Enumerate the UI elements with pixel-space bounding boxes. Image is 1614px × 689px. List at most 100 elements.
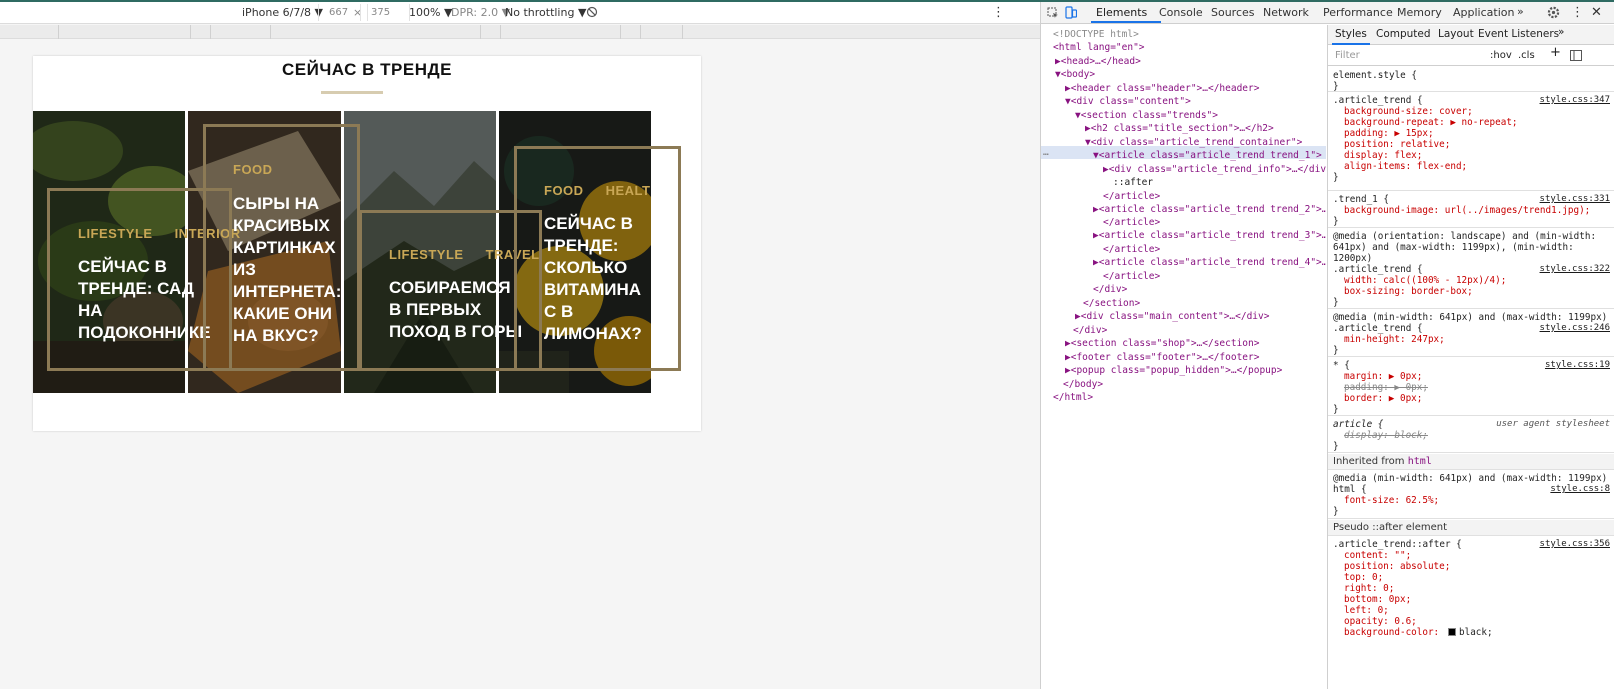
dom-line[interactable]: </body> bbox=[1063, 378, 1103, 392]
rule-source-link[interactable]: style.css:246 bbox=[1540, 323, 1610, 334]
dom-line[interactable]: ▶<footer class="footer">…</footer> bbox=[1065, 351, 1259, 365]
tab-memory[interactable]: Memory bbox=[1397, 6, 1442, 19]
dom-line[interactable]: ▼<section class="trends"> bbox=[1075, 109, 1218, 123]
device-toolbar: iPhone 6/7/8 ▼ 667 × 375 100% ▼ DPR: 2.0… bbox=[0, 2, 1040, 24]
card-1-title[interactable]: СЕЙЧАС В ТРЕНДЕ: САД НА ПОДОКОННИКЕ bbox=[78, 256, 211, 344]
tag-travel[interactable]: TRAVEL bbox=[486, 247, 540, 262]
new-rule-plus-icon[interactable]: + bbox=[1550, 46, 1561, 59]
device-select[interactable]: iPhone 6/7/8 ▼ bbox=[242, 6, 323, 19]
kebab-menu-icon[interactable]: ⋮ bbox=[1571, 5, 1584, 20]
rule-universal: style.css:19 * { margin: ▶ 0px; padding:… bbox=[1328, 358, 1614, 416]
inherited-tag-link[interactable]: html bbox=[1408, 456, 1432, 467]
dom-line[interactable]: </article> bbox=[1103, 216, 1160, 230]
dom-line[interactable]: ::after bbox=[1113, 176, 1153, 190]
rule-source-link[interactable]: style.css:331 bbox=[1540, 194, 1610, 205]
dom-line[interactable]: </article> bbox=[1103, 270, 1160, 284]
dom-line[interactable]: ▶<section class="shop">…</section> bbox=[1065, 337, 1259, 351]
dom-line[interactable]: ▶<article class="article_trend trend_2">… bbox=[1093, 203, 1326, 217]
device-toggle-icon[interactable] bbox=[1065, 6, 1078, 22]
tab-overflow-icon[interactable]: » bbox=[1517, 5, 1524, 18]
hov-toggle[interactable]: :hov bbox=[1490, 50, 1512, 61]
rotate-icon[interactable] bbox=[586, 6, 598, 21]
dom-line[interactable]: </section> bbox=[1083, 297, 1140, 311]
tab-performance[interactable]: Performance bbox=[1323, 6, 1393, 19]
card-4-tags: FOOD HEALTH bbox=[544, 183, 651, 198]
trend-card-1[interactable] bbox=[33, 111, 185, 393]
inspect-element-icon[interactable] bbox=[1047, 7, 1059, 22]
rule-source-link[interactable]: style.css:19 bbox=[1545, 360, 1610, 371]
dom-line[interactable]: ▼<div class="article_trend_container"> bbox=[1085, 136, 1302, 150]
rule-source-label: user agent stylesheet bbox=[1496, 419, 1610, 429]
throttling-select[interactable]: No throttling ▼ bbox=[505, 6, 586, 19]
emulated-page: СЕЙЧАС В ТРЕНДЕ LIFESTYLE INTERIOR СЕЙЧА… bbox=[33, 56, 701, 431]
card-4-title[interactable]: СЕЙЧАС В ТРЕНДЕ: СКОЛЬКО ВИТАМИНА С В ЛИМОНАХ… bbox=[544, 213, 642, 345]
rule-source-link[interactable]: style.css:322 bbox=[1540, 264, 1610, 275]
gear-icon[interactable] bbox=[1547, 6, 1560, 22]
device-viewport-area: iPhone 6/7/8 ▼ 667 × 375 100% ▼ DPR: 2.0… bbox=[0, 2, 1040, 689]
dpr-select[interactable]: DPR: 2.0 ▼ bbox=[451, 6, 510, 19]
card-3-title[interactable]: СОБИРАЕМСЯ В ПЕРВЫХ ПОХОД В ГОРЫ bbox=[389, 277, 522, 343]
card-2-tags: FOOD bbox=[233, 162, 295, 177]
rule-media-min-height: @media (min-width: 641px) and (max-width… bbox=[1328, 310, 1614, 357]
cls-toggle[interactable]: .cls bbox=[1518, 50, 1535, 61]
zoom-select[interactable]: 100% ▼ bbox=[409, 6, 452, 19]
dom-line[interactable]: ▶<article class="article_trend trend_4">… bbox=[1093, 256, 1326, 270]
tab-computed[interactable]: Computed bbox=[1376, 29, 1431, 40]
tag-food[interactable]: FOOD bbox=[233, 162, 273, 177]
color-swatch[interactable] bbox=[1448, 628, 1456, 636]
dom-line[interactable]: </article> bbox=[1103, 190, 1160, 204]
dom-line[interactable]: ▼<div class="content"> bbox=[1065, 95, 1191, 109]
tag-health[interactable]: HEALTH bbox=[606, 183, 651, 198]
dom-line[interactable]: ▶<head>…</head> bbox=[1055, 55, 1141, 69]
dom-line[interactable]: ▶<div class="article_trend_info">…</div> bbox=[1103, 163, 1326, 177]
pseudo-element-header: Pseudo ::after element bbox=[1328, 520, 1614, 536]
tab-styles[interactable]: Styles bbox=[1335, 29, 1367, 40]
dom-line[interactable]: ▶<h2 class="title_section">…</h2> bbox=[1085, 122, 1274, 136]
rule-article-trend: style.css:347 .article_trend { backgroun… bbox=[1328, 93, 1614, 191]
styles-tab-overflow-icon[interactable]: » bbox=[1558, 27, 1564, 38]
tab-console[interactable]: Console bbox=[1159, 6, 1203, 19]
tab-application[interactable]: Application bbox=[1453, 6, 1514, 19]
rule-source-link[interactable]: style.css:8 bbox=[1550, 484, 1610, 495]
filter-input[interactable]: Filter bbox=[1335, 50, 1360, 61]
devtools-panel: Elements Console Sources Network Perform… bbox=[1040, 2, 1614, 689]
dom-line[interactable]: ▶<header class="header">…</header> bbox=[1065, 82, 1259, 96]
dom-line[interactable]: </html> bbox=[1053, 391, 1093, 405]
styles-tabbar: Styles Computed Layout Event Listeners » bbox=[1328, 25, 1614, 45]
dom-line[interactable]: </article> bbox=[1103, 243, 1160, 257]
rule-element-style: element.style { } bbox=[1328, 68, 1614, 92]
card-2-title[interactable]: СЫРЫ НА КРАСИВЫХ КАРТИНКАХ ИЗ ИНТЕРНЕТА: КАКИ… bbox=[233, 193, 341, 347]
tab-sources[interactable]: Sources bbox=[1211, 6, 1255, 19]
screen: iPhone 6/7/8 ▼ 667 × 375 100% ▼ DPR: 2.0… bbox=[0, 0, 1614, 689]
tag-food[interactable]: FOOD bbox=[544, 183, 584, 198]
styles-pane: Styles Computed Layout Event Listeners »… bbox=[1327, 25, 1614, 689]
dom-line[interactable]: <!DOCTYPE html> bbox=[1053, 28, 1139, 42]
tab-event-listeners[interactable]: Event Listeners bbox=[1478, 29, 1559, 40]
tag-interior[interactable]: INTERIOR bbox=[175, 226, 241, 241]
media-query-ruler bbox=[0, 25, 1040, 39]
rule-media-landscape: @media (orientation: landscape) and (min… bbox=[1328, 229, 1614, 309]
rule-source-link[interactable]: style.css:347 bbox=[1540, 95, 1610, 106]
dom-line[interactable]: ▼<body> bbox=[1055, 68, 1095, 82]
tab-network[interactable]: Network bbox=[1263, 6, 1309, 19]
tag-lifestyle[interactable]: LIFESTYLE bbox=[389, 247, 464, 262]
dom-line-selected[interactable]: ▼<article class="article_trend trend_1">… bbox=[1093, 149, 1326, 163]
dom-line[interactable]: </div> bbox=[1093, 283, 1127, 297]
dom-line[interactable]: </div> bbox=[1073, 324, 1107, 338]
more-options-icon[interactable]: ⋮ bbox=[992, 5, 1005, 20]
card-overlay bbox=[33, 111, 185, 393]
tag-lifestyle[interactable]: LIFESTYLE bbox=[78, 226, 153, 241]
card-3-tags: LIFESTYLE TRAVEL bbox=[389, 247, 562, 262]
tab-elements[interactable]: Elements bbox=[1096, 6, 1147, 19]
device-height-input[interactable]: 375 bbox=[360, 4, 410, 21]
dom-line[interactable]: ▶<div class="main_content">…</div> bbox=[1075, 310, 1269, 324]
toggle-sidebar-icon[interactable] bbox=[1570, 50, 1582, 64]
dom-line[interactable]: ▶<popup class="popup_hidden">…</popup> bbox=[1065, 364, 1282, 378]
dom-line[interactable]: <html lang="en"> bbox=[1053, 41, 1145, 55]
dom-line[interactable]: ▶<article class="article_trend trend_3">… bbox=[1093, 229, 1326, 243]
section-title: СЕЙЧАС В ТРЕНДЕ bbox=[282, 60, 452, 79]
node-ellipsis[interactable]: … bbox=[1043, 146, 1049, 160]
close-icon[interactable]: ✕ bbox=[1591, 5, 1602, 20]
tab-layout[interactable]: Layout bbox=[1438, 29, 1474, 40]
rule-source-link[interactable]: style.css:356 bbox=[1540, 539, 1610, 550]
